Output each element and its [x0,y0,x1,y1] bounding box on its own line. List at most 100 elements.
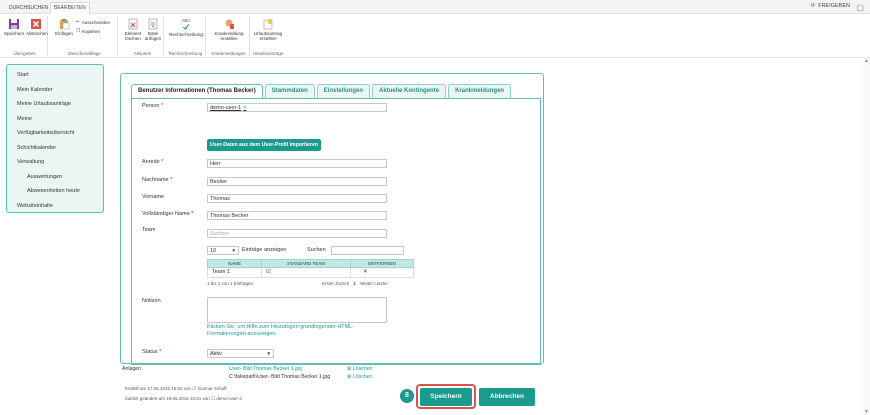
user-form: Benutzer Informationen (Thomas Becker) S… [120,73,544,365]
tab-krankmeldungen[interactable]: Krankmeldungen [448,84,512,98]
pager-next[interactable]: Weiter [360,281,373,286]
ribbon-group-sick: Krankmeldung erstellen Krankmeldungen [208,16,250,56]
team-label: Team [142,227,156,233]
status-label: Status * [142,349,162,355]
ribbon-cancel-label: Abbrechen [26,31,48,36]
group-label-sick: Krankmeldungen [211,51,246,56]
abc-label: ABC [181,18,191,23]
scroll-up-icon[interactable]: ▲ [864,58,869,64]
chevron-down-icon: ▼ [266,351,271,356]
person-picker[interactable]: demo-user-1 × [207,103,387,112]
tab-einstellungen[interactable]: Einstellungen [316,84,371,98]
user-icon: ☐ [192,386,197,391]
notizen-field[interactable] [207,297,387,323]
tab-durchsuchen[interactable]: DURCHSUCHEN [6,3,51,13]
nav-item-start[interactable]: Start [7,68,103,83]
share-button[interactable]: ⟳ FREIGEBEN [811,3,850,9]
person-tag[interactable]: demo-user-1 × [210,105,246,111]
grid-header: NAME STANDARD TEAM ENTFERNEN [207,259,414,268]
delete-attachment-link-2[interactable]: ⊠ Löschen [347,374,372,380]
main-content: Benutzer Informationen (Thomas Becker) S… [117,64,547,414]
spelling-label: Rechtschreibung [169,32,203,37]
grid-search-input[interactable] [331,246,404,255]
scroll-down-icon[interactable]: ▼ [864,409,869,415]
tab-stammdaten[interactable]: Stammdaten [264,84,315,98]
vorname-field[interactable]: Thomas [207,194,387,203]
chevron-down-icon: ▼ [231,248,236,253]
save-button[interactable]: Speichern [420,387,472,406]
pager-last[interactable]: Letzter [374,281,388,286]
anrede-field[interactable]: Herr [207,159,387,168]
vollstaendiger-name-field[interactable]: Thomas Becker [207,211,387,220]
nav-item-verwaltung[interactable]: Verwaltung [7,155,103,170]
nav-item-schichtkalender[interactable]: Schichtkalender [7,141,103,156]
html-help-link[interactable]: Klicken Sie, um Hilfe zum Hinzufügen gru… [207,324,387,338]
import-user-profile-button[interactable]: User-Daten aus dem User-Profil importier… [207,139,322,151]
tab-aktuelle-kontingente[interactable]: Aktuelle Kontingente [372,84,447,98]
ribbon-group-vacation: Urlaubsantrag erstellen Urlaubsanträge [252,16,284,56]
attachment-file-link[interactable]: User- Bild Thomas Becker 1.jpg [229,366,302,372]
group-label-uebergeben: Übergeben [13,51,36,56]
group-label-spelling: Rechtschreibung [168,51,203,56]
team-search-field[interactable]: Suchen [207,229,387,238]
modified-by-link[interactable]: demo-user-4 [216,396,242,401]
share-label: FREIGEBEN [818,3,850,9]
create-vacation-request-label: Urlaubsantrag erstellen [253,31,283,41]
nav-item-abwesenheiten[interactable]: Abwesenheiten heute [7,184,103,199]
create-sick-note-button[interactable]: Krankmeldung erstellen [210,18,248,41]
tab-benutzer-informationen[interactable]: Benutzer Informationen (Thomas Becker) [131,84,263,98]
required-mark: * [160,103,164,109]
ribbon-save-button[interactable]: Speichern [4,18,24,36]
col-name[interactable]: NAME [208,260,262,267]
created-by-link[interactable]: Gunnar Schuff [198,386,227,391]
delete-item-label: Element löschen [124,31,142,41]
cut-button[interactable]: ✂ Ausschneiden [76,19,110,25]
focus-icon[interactable]: ▢ [856,3,864,12]
paste-button[interactable]: Einfügen [54,18,74,36]
entries-select[interactable]: 10 ▼ [207,246,239,255]
delete-attachment-link[interactable]: ⊠ Löschen [347,366,372,372]
delete-item-button[interactable]: Element löschen [123,18,143,41]
delete-icon: ⊠ [347,374,352,380]
scissors-icon: ✂ [76,19,80,24]
create-vacation-request-button[interactable]: Urlaubsantrag erstellen [252,18,284,41]
attach-file-button[interactable]: Datei anfügen [143,18,163,41]
pager-prev[interactable]: Zurück [335,281,349,286]
copy-button[interactable]: ❐ Kopieren [76,28,100,34]
grid-pager: Erster Zurück 1 Weiter Letzter [322,281,388,286]
remove-team-icon[interactable]: ✕ [351,268,413,277]
ribbon-cancel-button[interactable]: Abbrechen [26,18,48,36]
cancel-button[interactable]: Abbrechen [479,387,535,406]
paste-icon [60,19,70,30]
pager-current[interactable]: 1 [353,281,356,286]
nav-item-auswertungen[interactable]: Auswertungen [7,170,103,185]
notizen-label: Notizen [142,298,161,304]
copy-label: Kopieren [82,28,101,34]
delete-item-icon [128,18,138,30]
anrede-label: Anrede * [142,159,164,165]
step-badge: 8 [400,389,414,403]
col-standard-team[interactable]: STANDARD TEAM [262,260,351,267]
status-select[interactable]: Aktiv ▼ [207,349,274,358]
nachname-field[interactable]: Becker [207,177,387,186]
nav-item-mein-kalender[interactable]: Mein Kalender [7,83,103,98]
spelling-button[interactable]: ABC Rechtschreibung [168,18,204,37]
create-sick-note-label: Krankmeldung erstellen [214,31,244,41]
grid-info: 1 bis 1 von 1 Einträgen [207,281,254,286]
sick-note-icon [225,19,234,29]
cut-label: Ausschneiden [81,19,111,25]
nav-item-verfuegbarkeit[interactable]: Verfügbarkeitsübersicht [7,126,103,141]
ribbon-group-actions: Element löschen Datei anfügen Aktionen [122,16,164,56]
page-scrollbar[interactable]: ▲ ▼ [863,58,870,415]
nav-item-websiteinhalte[interactable]: Websiteinhalte [7,199,103,214]
standard-team-checkbox[interactable]: ☑ [262,268,351,277]
nav-item-meine-urlaubsantraege[interactable]: Meine Urlaubsanträge [7,97,103,112]
remove-person-icon[interactable]: × [243,105,246,111]
col-entfernen[interactable]: ENTFERNEN [351,260,413,267]
created-info: Erstellt am 17.05.2016 15:50 von ☐ Gunna… [125,386,227,391]
vorname-label: Vorname [142,194,165,200]
nav-item-meine[interactable]: Meine [7,112,103,127]
left-navigation: Start Mein Kalender Meine Urlaubsanträge… [6,64,104,213]
pager-first[interactable]: Erster [322,281,334,286]
ribbon-tab-bar: DURCHSUCHEN BEARBEITEN ⟳ FREIGEBEN ▢ [0,0,870,15]
